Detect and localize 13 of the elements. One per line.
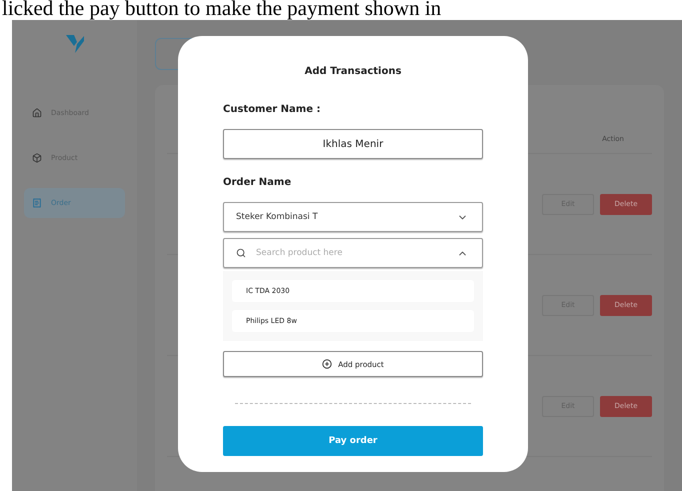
home-icon bbox=[32, 108, 42, 118]
field-label: Customer Name : bbox=[223, 104, 322, 115]
caption-text: licked the pay button to make the payment shown in bbox=[1, 0, 442, 20]
box-icon bbox=[32, 153, 42, 163]
order-select[interactable]: Steker Kombinasi T bbox=[223, 202, 483, 232]
plus-icon bbox=[322, 359, 332, 369]
receipt-icon bbox=[32, 198, 42, 208]
pay-order-button[interactable]: Pay order bbox=[223, 426, 483, 456]
modal-title: Add Transactions bbox=[304, 66, 402, 77]
logo-icon bbox=[64, 32, 86, 54]
search-icon bbox=[236, 248, 246, 258]
field-label: Order Name bbox=[223, 177, 292, 188]
customer-name-field[interactable]: Ikhlas Menir bbox=[223, 129, 483, 159]
